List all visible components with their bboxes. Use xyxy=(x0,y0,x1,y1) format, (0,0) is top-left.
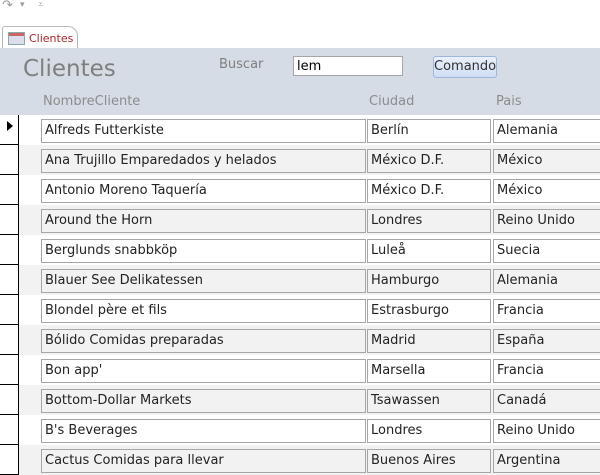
form-header: Clientes Buscar lem Comando NombreClient… xyxy=(0,48,600,115)
field-ciudad[interactable]: Tsawassen xyxy=(367,389,491,413)
field-nombre[interactable]: Bon app' xyxy=(41,359,366,383)
form-icon xyxy=(8,31,25,45)
document-tabs: Clientes xyxy=(0,22,600,49)
field-ciudad[interactable]: México D.F. xyxy=(367,149,491,173)
field-ciudad[interactable]: Madrid xyxy=(367,329,491,353)
field-pais[interactable]: Argentina xyxy=(493,449,600,473)
field-ciudad[interactable]: México D.F. xyxy=(367,179,491,203)
customize-toolbar-icon[interactable]: ⩡ xyxy=(38,0,43,10)
field-pais[interactable]: Alemania xyxy=(493,269,600,293)
records-list: Alfreds Futterkiste Berlín Alemania Ana Tru… xyxy=(0,115,600,475)
field-pais[interactable]: Alemania xyxy=(493,119,600,143)
field-ciudad[interactable]: Luleå xyxy=(367,239,491,263)
record-selector[interactable] xyxy=(0,355,19,385)
record-selector[interactable] xyxy=(0,235,19,265)
table-row: Ana Trujillo Emparedados y helados México… xyxy=(0,145,600,175)
field-ciudad[interactable]: Estrasburgo xyxy=(367,299,491,323)
field-nombre[interactable]: Alfreds Futterkiste xyxy=(41,119,366,143)
table-row: Berglunds snabbköp Luleå Suecia xyxy=(0,235,600,265)
column-header-nombre: NombreCliente xyxy=(43,94,141,109)
record-selector[interactable] xyxy=(0,115,19,145)
field-ciudad[interactable]: Hamburgo xyxy=(367,269,491,293)
field-nombre[interactable]: Ana Trujillo Emparedados y helados xyxy=(41,149,366,173)
record-selector[interactable] xyxy=(0,385,19,415)
table-row: Blauer See Delikatessen Hamburgo Alemania xyxy=(0,265,600,295)
table-row: B's Beverages Londres Reino Unido xyxy=(0,415,600,445)
record-selector[interactable] xyxy=(0,175,19,205)
field-pais[interactable]: Francia xyxy=(493,299,600,323)
field-pais[interactable]: México xyxy=(493,149,600,173)
dropdown-icon[interactable]: ▾ xyxy=(20,0,25,10)
table-row: Around the Horn Londres Reino Unido xyxy=(0,205,600,235)
tab-label: Clientes xyxy=(29,31,74,45)
field-ciudad[interactable]: Londres xyxy=(367,419,491,443)
record-selector[interactable] xyxy=(0,295,19,325)
field-pais[interactable]: Francia xyxy=(493,359,600,383)
record-selector[interactable] xyxy=(0,265,19,295)
field-nombre[interactable]: B's Beverages xyxy=(41,419,366,443)
field-nombre[interactable]: Bólido Comidas preparadas xyxy=(41,329,366,353)
command-button[interactable]: Comando xyxy=(433,56,497,78)
field-ciudad[interactable]: Marsella xyxy=(367,359,491,383)
record-selector[interactable] xyxy=(0,325,19,355)
field-nombre[interactable]: Cactus Comidas para llevar xyxy=(41,449,366,473)
record-selector[interactable] xyxy=(0,145,19,175)
field-nombre[interactable]: Blauer See Delikatessen xyxy=(41,269,366,293)
form-title: Clientes xyxy=(23,56,116,82)
record-selector[interactable] xyxy=(0,415,19,445)
search-input[interactable]: lem xyxy=(293,56,403,76)
field-nombre[interactable]: Berglunds snabbköp xyxy=(41,239,366,263)
field-pais[interactable]: España xyxy=(493,329,600,353)
field-pais[interactable]: Reino Unido xyxy=(493,419,600,443)
redo-icon[interactable]: ↷ xyxy=(2,0,13,13)
search-label: Buscar xyxy=(219,57,264,72)
field-pais[interactable]: Reino Unido xyxy=(493,209,600,233)
field-ciudad[interactable]: Buenos Aires xyxy=(367,449,491,473)
field-nombre[interactable]: Around the Horn xyxy=(41,209,366,233)
quick-access-toolbar: ↷ ▾ ⩡ xyxy=(0,0,600,22)
table-row: Bólido Comidas preparadas Madrid España xyxy=(0,325,600,355)
field-nombre[interactable]: Blondel père et fils xyxy=(41,299,366,323)
table-row: Bottom-Dollar Markets Tsawassen Canadá xyxy=(0,385,600,415)
tab-clientes[interactable]: Clientes xyxy=(2,26,78,49)
column-header-ciudad: Ciudad xyxy=(369,94,415,109)
record-selector[interactable] xyxy=(0,205,19,235)
table-row: Blondel père et fils Estrasburgo Francia xyxy=(0,295,600,325)
column-header-pais: Pais xyxy=(496,94,522,109)
table-row: Alfreds Futterkiste Berlín Alemania xyxy=(0,115,600,145)
table-row: Bon app' Marsella Francia xyxy=(0,355,600,385)
table-row: Antonio Moreno Taquería México D.F. México xyxy=(0,175,600,205)
field-pais[interactable]: Suecia xyxy=(493,239,600,263)
field-ciudad[interactable]: Londres xyxy=(367,209,491,233)
field-pais[interactable]: México xyxy=(493,179,600,203)
field-pais[interactable]: Canadá xyxy=(493,389,600,413)
field-ciudad[interactable]: Berlín xyxy=(367,119,491,143)
field-nombre[interactable]: Antonio Moreno Taquería xyxy=(41,179,366,203)
field-nombre[interactable]: Bottom-Dollar Markets xyxy=(41,389,366,413)
